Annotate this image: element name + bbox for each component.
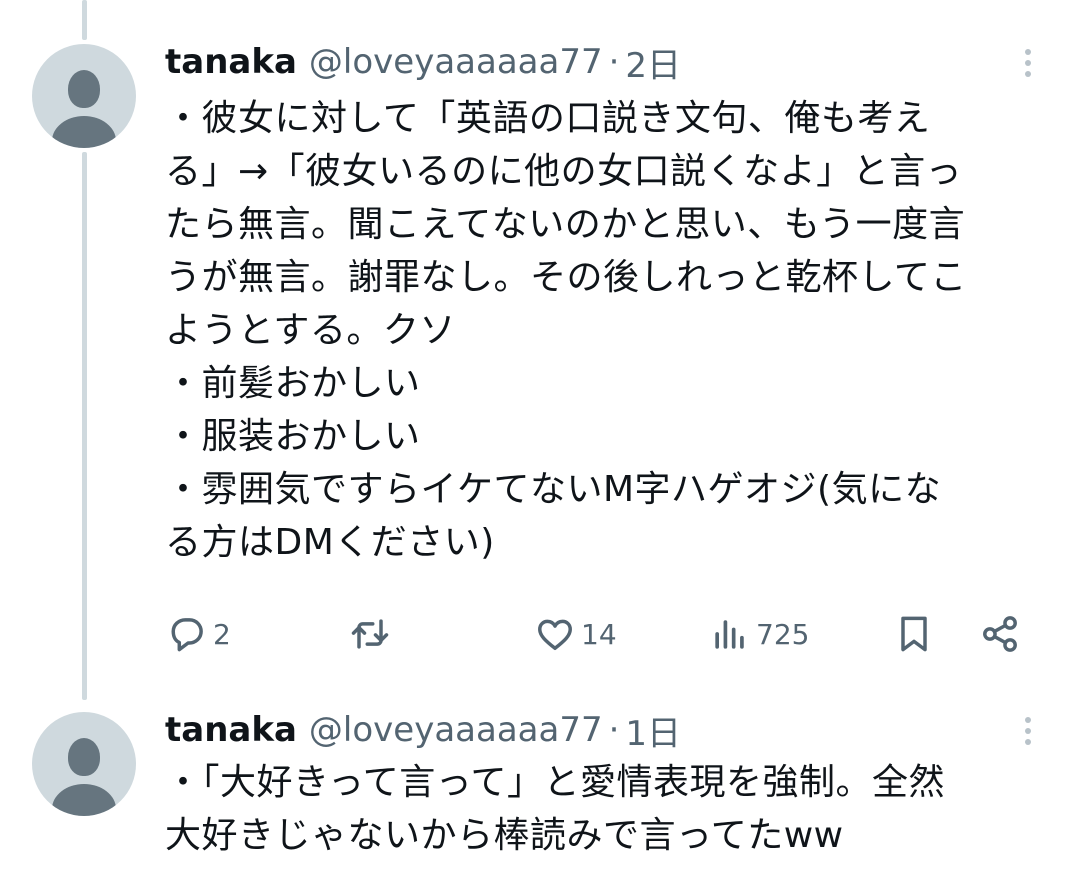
more-vertical-icon[interactable] (1018, 711, 1038, 751)
tweet-text-line: る方はDMください) (165, 522, 495, 563)
tweet-text-line: ・彼女に対して「英語の口説き文句、俺も考え (165, 98, 931, 139)
like-count: 14 (581, 617, 617, 651)
tweet-text-line: ようとする。クソ (165, 310, 456, 351)
display-name[interactable]: tanaka (165, 710, 297, 750)
tweet-header: tanaka @loveyaaaaaa77 · 2日 (165, 42, 681, 86)
tweet-text-line: ・雰囲気ですらイケてないM字ハゲオジ(気にな (165, 469, 942, 510)
tweet-text-line: うが無言。謝罪なし。その後しれっと乾杯してこ (165, 257, 967, 298)
avatar[interactable] (32, 44, 136, 148)
share-button[interactable] (978, 608, 1022, 660)
handle[interactable]: @loveyaaaaaa77 (309, 42, 603, 82)
share-icon (983, 616, 1017, 652)
reply-button[interactable]: 2 (165, 608, 231, 660)
separator: · (608, 42, 620, 82)
bookmark-icon (901, 616, 927, 652)
tweet[interactable]: tanaka @loveyaaaaaa77 · 1日 ・「大好きって言って」と愛… (0, 700, 1080, 881)
timestamp[interactable]: 2日 (625, 38, 681, 87)
avatar[interactable] (32, 712, 136, 816)
views-icon (715, 620, 744, 649)
tweet-text-line: る」→「彼女いるのに他の女口説くなよ」と言っ (165, 151, 963, 192)
tweet-header: tanaka @loveyaaaaaa77 · 1日 (165, 710, 681, 754)
tweet-text-line: 大好きじゃないから棒読みで言ってたww (165, 815, 844, 856)
tweet-text: ・彼女に対して「英語の口説き文句、俺も考え る」→「彼女いるのに他の女口説くなよ… (165, 92, 1055, 569)
retweet-button[interactable] (348, 608, 396, 660)
like-button[interactable]: 14 (533, 608, 617, 660)
default-avatar-icon (68, 70, 100, 108)
tweet-text-line: たら無言。聞こえてないのかと思い、もう一度言 (165, 204, 966, 245)
tweet-text: ・「大好きって言って」と愛情表現を強制。全然 大好きじゃないから棒読みで言ってた… (165, 756, 1055, 862)
like-icon (538, 619, 572, 651)
retweet-icon (351, 619, 389, 649)
separator: · (608, 710, 620, 750)
handle[interactable]: @loveyaaaaaa77 (309, 710, 603, 750)
display-name[interactable]: tanaka (165, 42, 297, 82)
timestamp[interactable]: 1日 (625, 706, 681, 755)
bookmark-button[interactable] (892, 608, 936, 660)
reply-count: 2 (213, 617, 231, 651)
reply-icon (171, 618, 203, 652)
default-avatar-icon (68, 738, 100, 776)
tweet-text-line: ・「大好きって言って」と愛情表現を強制。全然 (165, 762, 945, 803)
tweet[interactable]: tanaka @loveyaaaaaa77 · 2日 ・彼女に対して「英語の口説… (0, 0, 1080, 700)
action-bar: 2 14 725 (165, 608, 1035, 660)
more-vertical-icon[interactable] (1018, 43, 1038, 83)
tweet-text-line: ・前髪おかしい (165, 363, 421, 404)
views-button[interactable]: 725 (708, 608, 809, 660)
view-count: 725 (756, 617, 810, 651)
tweet-text-line: ・服装おかしい (165, 416, 421, 457)
